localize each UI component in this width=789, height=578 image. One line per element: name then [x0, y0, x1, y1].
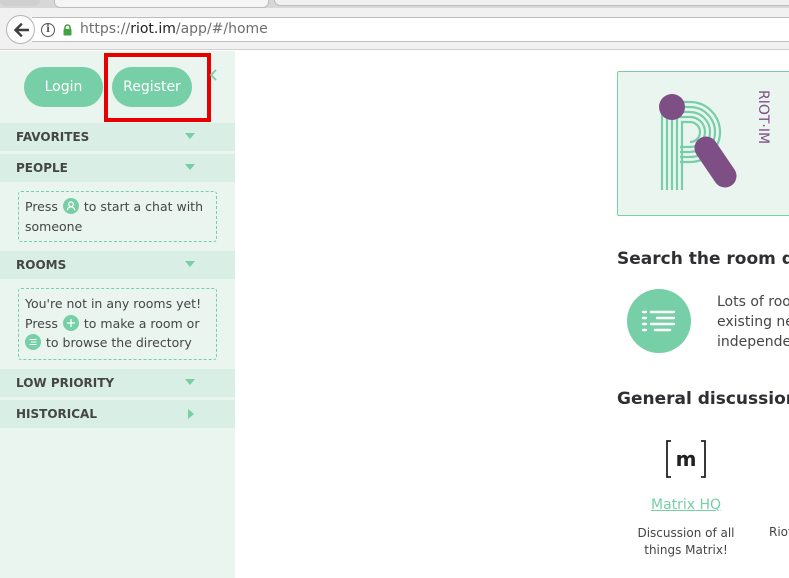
- login-button[interactable]: Login: [24, 67, 103, 107]
- section-people[interactable]: PEOPLE: [0, 154, 235, 182]
- section-low-priority[interactable]: LOW PRIORITY: [0, 369, 235, 397]
- people-hint-text: Press: [25, 199, 58, 214]
- section-low-priority-label: LOW PRIORITY: [16, 376, 115, 390]
- directory-list-icon: [641, 310, 676, 332]
- url-text[interactable]: https://riot.im/app/#/home: [80, 21, 268, 37]
- chevron-right-icon: [188, 409, 194, 419]
- browser-tab-left[interactable]: [0, 0, 40, 6]
- section-historical[interactable]: HISTORICAL: [0, 400, 235, 428]
- browser-tab-active[interactable]: [54, 0, 269, 8]
- rooms-hint-line1: You're not in any rooms yet!: [25, 296, 202, 311]
- directory-description-line: existing ne: [717, 314, 789, 330]
- address-bar[interactable]: i https://riot.im/app/#/home: [32, 17, 789, 42]
- rooms-hint-press: Press: [25, 315, 58, 331]
- section-favorites-label: FAVORITES: [16, 130, 90, 144]
- riot-logo-text: RIOT·IM: [755, 90, 771, 145]
- people-hint: Press to start a chat with someone: [18, 191, 217, 242]
- directory-description-line: independe: [717, 334, 789, 350]
- chevron-down-icon: [185, 133, 195, 139]
- riot-logo-icon: [659, 94, 737, 190]
- section-rooms-label: ROOMS: [16, 258, 67, 272]
- directory-description: Lots of roo existing ne independe: [717, 292, 789, 352]
- directory-button[interactable]: [627, 289, 691, 353]
- browser-tab-strip: [0, 0, 789, 8]
- riot-logo-card: RIOT·IM: [617, 71, 789, 216]
- browse-directory-icon[interactable]: [25, 334, 41, 350]
- rooms-hint: You're not in any rooms yet! Press to mak…: [18, 288, 217, 360]
- section-people-label: PEOPLE: [16, 161, 68, 175]
- matrix-hq-description: Discussion of all things Matrix!: [637, 526, 735, 557]
- matrix-hq-link[interactable]: Matrix HQ: [651, 497, 721, 513]
- section-rooms[interactable]: ROOMS: [0, 251, 235, 279]
- lock-icon: [63, 24, 72, 36]
- create-room-icon[interactable]: [62, 314, 79, 331]
- browser-navbar: i https://riot.im/app/#/home: [0, 8, 789, 50]
- chevron-down-icon: [185, 164, 195, 170]
- back-button[interactable]: [6, 15, 35, 44]
- browser-tab-next[interactable]: [274, 0, 789, 6]
- chevron-down-icon: [185, 379, 195, 385]
- section-historical-label: HISTORICAL: [16, 407, 97, 421]
- directory-description-line: Lots of roo: [717, 294, 789, 310]
- back-arrow-icon: [13, 22, 29, 37]
- rooms-hint-browse: to browse the directory: [46, 335, 192, 350]
- chevron-down-icon: [185, 261, 195, 267]
- collapse-panel-icon[interactable]: [208, 69, 220, 81]
- section-favorites[interactable]: FAVORITES: [0, 123, 235, 151]
- start-chat-icon[interactable]: [62, 198, 79, 214]
- register-highlight-box: [104, 53, 211, 122]
- left-panel: Login Register FAVORITES PEOPLE Press to …: [0, 51, 235, 578]
- general-discussion-heading: General discussion a: [617, 389, 789, 409]
- svg-text:m: m: [676, 447, 697, 471]
- info-icon[interactable]: i: [41, 23, 55, 37]
- matrix-logo-icon[interactable]: m: [665, 440, 707, 478]
- search-directory-heading: Search the room dir: [617, 249, 789, 269]
- rooms-hint-make: to make a room or: [83, 315, 200, 331]
- next-room-description: Riot: [769, 525, 789, 539]
